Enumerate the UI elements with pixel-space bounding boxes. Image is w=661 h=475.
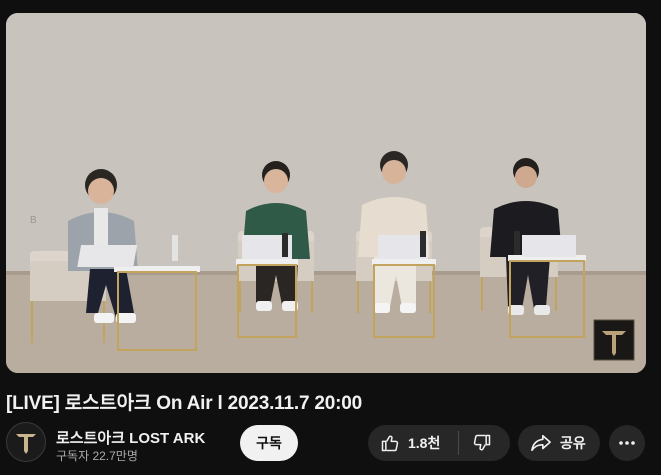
dislike-button[interactable] xyxy=(459,425,505,461)
channel-avatar[interactable] xyxy=(6,422,46,462)
thumbs-down-icon xyxy=(474,434,491,451)
channel-name[interactable]: 로스트아크 LOST ARK xyxy=(56,427,205,448)
thumbs-up-icon xyxy=(381,435,399,452)
share-label: 공유 xyxy=(560,435,586,451)
share-button[interactable]: 공유 xyxy=(518,425,600,461)
like-dislike-group: 1.8천 xyxy=(368,425,510,461)
subscriber-count: 구독자 22.7만명 xyxy=(56,449,138,463)
like-count: 1.8천 xyxy=(408,435,441,451)
subscribe-button[interactable]: 구독 xyxy=(240,425,298,461)
video-title: [LIVE] 로스트아크 On Air l 2023.11.7 20:00 xyxy=(6,393,362,414)
svg-text:B: B xyxy=(30,215,37,226)
more-icon xyxy=(619,441,635,445)
share-icon xyxy=(531,434,551,452)
lost-ark-logo-icon xyxy=(16,434,36,454)
video-frame: B xyxy=(6,13,646,373)
more-actions-button[interactable] xyxy=(609,425,645,461)
video-player[interactable]: B xyxy=(6,13,646,373)
like-button[interactable]: 1.8천 xyxy=(368,425,440,461)
